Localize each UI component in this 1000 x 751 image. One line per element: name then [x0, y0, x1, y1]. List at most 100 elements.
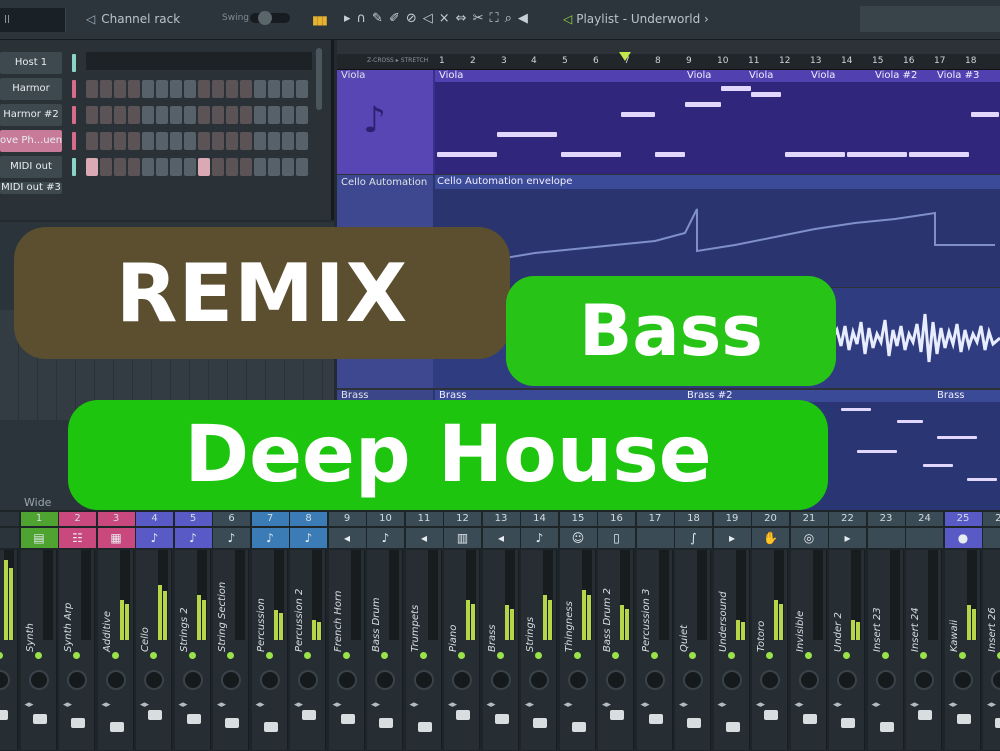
volume-fader[interactable]: [340, 714, 355, 724]
mixer-insert-icon[interactable]: ♪: [213, 528, 250, 548]
clip-viola[interactable]: Viola: [439, 70, 463, 81]
mixer-number[interactable]: [0, 512, 19, 526]
mixer-insert-icon[interactable]: ▸: [713, 528, 751, 548]
stereo-arrows-icon[interactable]: ◂▸: [910, 700, 919, 710]
mixer-strip[interactable]: Under 2 ◂▸: [829, 550, 865, 750]
pan-knob[interactable]: [683, 670, 703, 690]
slip-icon[interactable]: ⇔: [456, 11, 473, 26]
mixer-insert-icon[interactable]: ♪: [521, 528, 558, 548]
mixer-number[interactable]: 1: [20, 512, 58, 526]
pan-knob[interactable]: [221, 670, 241, 690]
pan-knob[interactable]: [991, 670, 1000, 690]
pan-knob[interactable]: [67, 670, 87, 690]
volume-fader[interactable]: [687, 718, 701, 728]
clip-viola-3[interactable]: Viola #3: [937, 70, 979, 81]
mute-led-icon[interactable]: [34, 652, 42, 659]
mixer-strip[interactable]: String Section ◂▸: [213, 550, 249, 750]
volume-fader[interactable]: [764, 710, 778, 720]
volume-fader[interactable]: [725, 722, 740, 732]
stereo-arrows-icon[interactable]: ◂▸: [564, 700, 573, 710]
volume-fader[interactable]: [71, 718, 85, 728]
mixer-insert-icon[interactable]: [636, 528, 674, 548]
bars-icon[interactable]: ▮▮▮: [312, 13, 328, 27]
mute-led-icon[interactable]: [419, 652, 427, 659]
mixer-number[interactable]: 4: [136, 512, 173, 526]
volume-fader[interactable]: [995, 718, 1000, 728]
pan-knob[interactable]: [452, 670, 472, 690]
mixer-strip[interactable]: Synth Arp ◂▸: [59, 550, 95, 750]
mixer-strip[interactable]: Additive ◂▸: [97, 550, 134, 750]
mute-icon[interactable]: ◁×: [423, 11, 456, 26]
swing-slider[interactable]: [250, 11, 290, 25]
mixer-insert-icon[interactable]: ▸: [829, 528, 866, 548]
stereo-arrows-icon[interactable]: ◂▸: [487, 700, 496, 710]
pan-knob[interactable]: [837, 670, 857, 690]
stereo-arrows-icon[interactable]: ◂▸: [25, 700, 34, 710]
mute-led-icon[interactable]: [227, 652, 234, 659]
stereo-arrows-icon[interactable]: ◂▸: [63, 700, 72, 710]
volume-fader[interactable]: [610, 710, 624, 720]
pencil-icon[interactable]: ✎: [372, 11, 389, 26]
clip-viola-2[interactable]: Viola #2: [875, 70, 917, 81]
mixer-strip[interactable]: Bass Drum ◂▸: [367, 550, 403, 750]
volume-fader[interactable]: [417, 722, 432, 732]
stereo-arrows-icon[interactable]: ◂▸: [256, 700, 265, 710]
mixer-strip[interactable]: Kawaii ◂▸: [944, 550, 981, 750]
volume-fader[interactable]: [225, 718, 239, 728]
stereo-arrows-icon[interactable]: ◂▸: [795, 700, 804, 710]
stereo-arrows-icon[interactable]: ◂▸: [448, 700, 457, 710]
mute-led-icon[interactable]: [535, 652, 542, 659]
mixer-strip[interactable]: Percussion 2 ◂▸: [290, 550, 326, 750]
channel-mark[interactable]: [72, 80, 76, 98]
mute-led-icon[interactable]: [958, 652, 966, 659]
mixer-number[interactable]: 19: [713, 512, 751, 526]
volume-fader[interactable]: [109, 722, 124, 732]
stereo-arrows-icon[interactable]: ◂▸: [833, 700, 842, 710]
stereo-arrows-icon[interactable]: ◂▸: [217, 700, 226, 710]
channel-host-1[interactable]: Host 1: [0, 52, 62, 74]
mixer-insert-icon[interactable]: ♪: [251, 528, 289, 548]
volume-fader[interactable]: [956, 714, 971, 724]
volume-fader[interactable]: [456, 710, 470, 720]
mixer-number[interactable]: 6: [213, 512, 250, 526]
mixer-strip[interactable]: Strings ◂▸: [521, 550, 557, 750]
mixer-insert-icon[interactable]: ♪: [290, 528, 327, 548]
select-icon[interactable]: ⛶: [489, 11, 504, 26]
pan-knob[interactable]: [952, 670, 973, 690]
pan-knob[interactable]: [182, 670, 203, 690]
mixer-insert-icon[interactable]: ♪: [136, 528, 173, 548]
stereo-arrows-icon[interactable]: ◂▸: [179, 700, 188, 710]
pan-knob[interactable]: [144, 670, 164, 690]
pan-knob[interactable]: [798, 670, 819, 690]
stereo-arrows-icon[interactable]: ◂▸: [602, 700, 611, 710]
mute-led-icon[interactable]: [612, 652, 619, 659]
mixer-strip[interactable]: Bass Drum 2 ◂▸: [598, 550, 634, 750]
mute-led-icon[interactable]: [727, 652, 735, 659]
pan-knob[interactable]: [490, 670, 511, 690]
mixer-insert-icon[interactable]: ▥: [444, 528, 481, 548]
mute-led-icon[interactable]: [496, 652, 504, 659]
mixer-number[interactable]: 3: [97, 512, 135, 526]
volume-fader[interactable]: [802, 714, 817, 724]
mute-led-icon[interactable]: [304, 652, 311, 659]
mute-led-icon[interactable]: [689, 652, 696, 659]
mixer-insert-icon[interactable]: [0, 528, 19, 548]
mixer-insert-icon[interactable]: ✋: [752, 528, 789, 548]
mixer-number[interactable]: 13: [482, 512, 520, 526]
pan-knob[interactable]: [375, 670, 395, 690]
mixer-insert-icon[interactable]: [867, 528, 905, 548]
stereo-arrows-icon[interactable]: ◂▸: [718, 700, 727, 710]
volume-fader[interactable]: [186, 714, 201, 724]
mute-led-icon[interactable]: [73, 652, 80, 659]
mute-led-icon[interactable]: [804, 652, 812, 659]
mixer-number[interactable]: 21: [790, 512, 828, 526]
pan-knob[interactable]: [721, 670, 742, 690]
clip-viola[interactable]: Viola: [687, 70, 711, 81]
stereo-arrows-icon[interactable]: ◂▸: [333, 700, 342, 710]
track-header-viola[interactable]: Viola ♪: [337, 70, 433, 174]
pan-knob[interactable]: [567, 670, 588, 690]
mixer-number[interactable]: 20: [752, 512, 789, 526]
volume-fader[interactable]: [32, 714, 47, 724]
pan-knob[interactable]: [606, 670, 626, 690]
delete-icon[interactable]: ⊘: [406, 11, 423, 26]
